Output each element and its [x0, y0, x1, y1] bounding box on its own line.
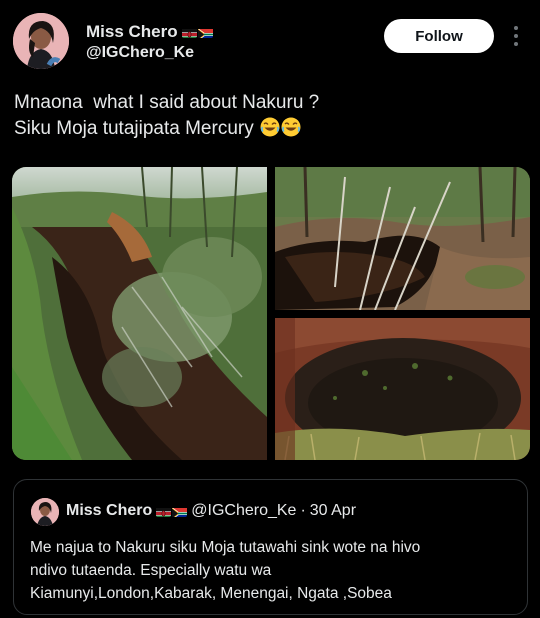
south-africa-flag-icon	[197, 27, 213, 38]
photo-sinkhole-forest[interactable]	[275, 167, 530, 310]
quoted-date[interactable]: 30 Apr	[310, 502, 356, 520]
tweet-text: Mnaona what I said about Nakuru ? Siku M…	[14, 90, 319, 142]
profile-avatar[interactable]	[13, 13, 69, 69]
author-name-row: Miss Chero	[86, 22, 213, 42]
laughing-emoji-icon	[260, 117, 280, 137]
photo-sinkhole-crack[interactable]	[12, 167, 267, 460]
quoted-author-handle[interactable]: @IGChero_Ke	[191, 502, 296, 520]
quoted-line: Me najua to Nakuru siku Moja tutawahi si…	[30, 539, 421, 556]
south-africa-flag-icon	[172, 506, 188, 517]
quoted-line: ndivo tutaenda. Especially watu wa	[30, 562, 272, 579]
quoted-avatar[interactable]	[31, 498, 59, 526]
laughing-emoji-icon	[281, 117, 301, 137]
tweet-line: Mnaona what I said about Nakuru ?	[14, 92, 320, 113]
follow-button[interactable]: Follow	[384, 19, 494, 53]
separator-dot: ·	[300, 502, 306, 519]
kenya-flag-icon	[181, 27, 197, 38]
quoted-tweet[interactable]: Miss Chero @IGChero_Ke · 30 Apr Me najua…	[13, 479, 528, 615]
kenya-flag-icon	[156, 506, 172, 517]
tweet-line-with-emoji: Siku Moja tutajipata Mercury	[14, 116, 319, 142]
flag-emojis	[181, 27, 213, 38]
more-options-icon[interactable]	[512, 26, 520, 48]
quoted-author-name[interactable]: Miss Chero	[66, 502, 152, 520]
media-grid	[12, 167, 530, 460]
author-handle[interactable]: @IGChero_Ke	[86, 44, 194, 62]
quoted-header: Miss Chero @IGChero_Ke · 30 Apr	[66, 502, 356, 520]
quoted-line: Kiamunyi,London,Kabarak, Menengai, Ngata…	[30, 585, 392, 602]
tweet-line: Siku Moja tutajipata Mercury	[14, 118, 254, 139]
author-name[interactable]: Miss Chero	[86, 22, 178, 42]
flag-emojis	[156, 506, 188, 517]
quoted-text: Me najua to Nakuru siku Moja tutawahi si…	[30, 536, 514, 605]
photo-sinkhole-pit[interactable]	[275, 318, 530, 460]
